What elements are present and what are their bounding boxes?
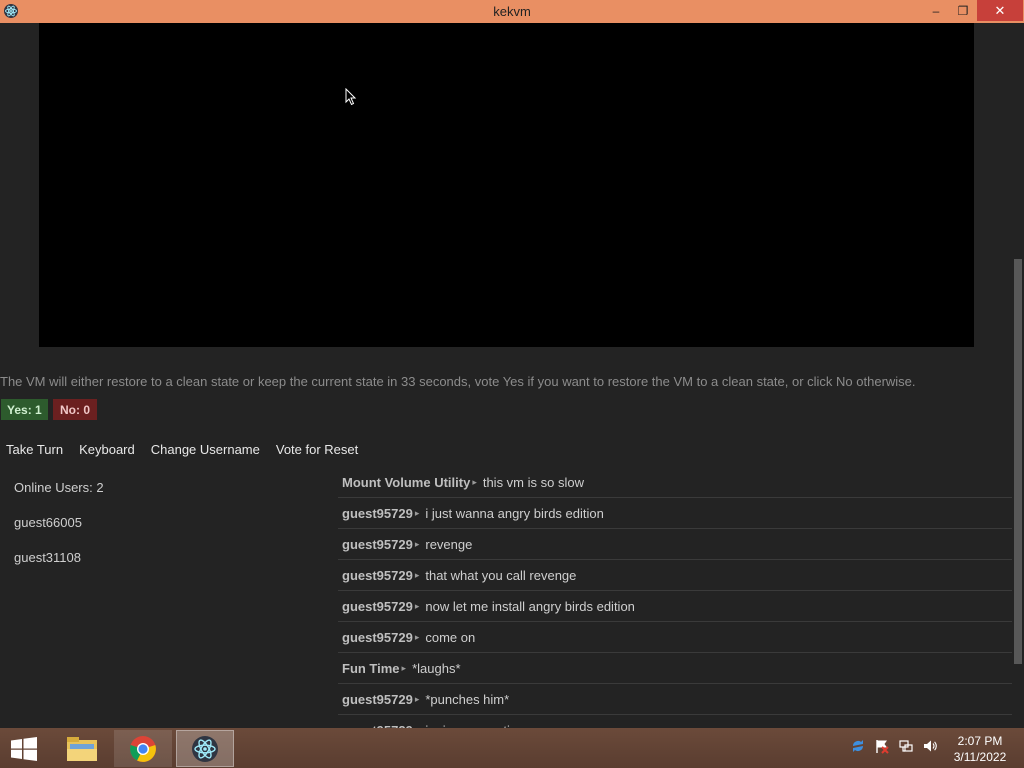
chat-separator: ▸	[401, 662, 407, 673]
network-icon[interactable]	[898, 738, 914, 754]
window-title: kekvm	[493, 4, 531, 19]
action-center-flag-icon[interactable]	[874, 738, 890, 754]
action-toolbar: Take Turn Keyboard Change Username Vote …	[6, 442, 358, 457]
volume-icon[interactable]	[922, 738, 938, 754]
chat-message: Mount Volume Utility ▸ this vm is so slow	[338, 467, 1014, 498]
chat-username[interactable]: guest95729	[342, 568, 413, 583]
chat-separator: ▸	[414, 600, 420, 611]
vote-reset-button[interactable]: Vote for Reset	[276, 442, 358, 457]
vote-no-button[interactable]: No: 0	[53, 399, 97, 420]
keyboard-button[interactable]: Keyboard	[79, 442, 135, 457]
chat-text: come on	[425, 629, 476, 645]
clock-time: 2:07 PM	[957, 734, 1003, 748]
chat-text: this vm is so slow	[482, 474, 584, 490]
chat-text: now let me install angry birds edition	[425, 598, 635, 614]
chat-separator: ▸	[414, 693, 420, 704]
chat-username[interactable]: guest95729	[342, 506, 413, 521]
chat-text: revenge	[425, 536, 473, 552]
chat-message: guest95729 ▸ come on	[338, 622, 1014, 653]
vote-yes-button[interactable]: Yes: 1	[1, 399, 48, 420]
window-titlebar: kekvm – ❐ ✕	[0, 0, 1024, 23]
taskbar-clock[interactable]: 2:07 PM 3/11/2022	[945, 733, 1015, 765]
scrollbar-thumb[interactable]	[1014, 259, 1022, 664]
chat-username[interactable]: Mount Volume Utility	[342, 475, 470, 490]
chat-text: *laughs*	[412, 660, 461, 676]
electron-icon	[192, 735, 218, 762]
chat-message: guest95729 ▸ *punches him*	[338, 684, 1014, 715]
chat-separator: ▸	[414, 507, 420, 518]
chat-message: guest95729 ▸ i just wanna angry birds edit…	[338, 498, 1014, 529]
vm-display[interactable]	[39, 23, 974, 347]
chat-username[interactable]: Fun Time	[342, 661, 400, 676]
chat-separator: ▸	[472, 476, 477, 487]
chat-message: guest95729 ▸ now let me install angry bird…	[338, 591, 1014, 622]
restore-button[interactable]: ❐	[950, 0, 976, 21]
chat-message: guest95729▸im impersonating you	[338, 715, 1014, 729]
chat-message: guest95729 ▸ revenge	[338, 529, 1014, 560]
take-turn-button[interactable]: Take Turn	[6, 442, 63, 457]
user-item[interactable]: guest31108	[14, 550, 104, 585]
online-users-list: Online Users: 2 guest66005 guest31108	[14, 480, 104, 585]
clock-date: 3/11/2022	[953, 750, 1007, 764]
file-explorer-taskbar-button[interactable]	[58, 730, 106, 767]
taskbar: 2:07 PM 3/11/2022	[0, 728, 1024, 768]
chrome-taskbar-button[interactable]	[114, 730, 172, 767]
kekvm-taskbar-button[interactable]	[176, 730, 234, 767]
sync-icon[interactable]	[850, 738, 866, 754]
chat-username[interactable]: guest95729	[342, 599, 413, 614]
chat-separator: ▸	[414, 631, 420, 642]
chat-text: that what you call revenge	[425, 567, 577, 583]
chat-username[interactable]: guest95729	[342, 692, 413, 707]
chat-message: Fun Time ▸ *laughs*	[338, 653, 1014, 684]
chat-text: *punches him*	[425, 691, 510, 707]
chat-username[interactable]: guest95729	[342, 630, 413, 645]
chat-separator: ▸	[414, 538, 420, 549]
chat-message: guest95729 ▸ that what you call revenge	[338, 560, 1014, 591]
vote-message: The VM will either restore to a clean st…	[0, 374, 916, 389]
chat-text: i just wanna angry birds edition	[425, 505, 604, 521]
scrollbar[interactable]	[1012, 23, 1024, 728]
close-button[interactable]: ✕	[977, 0, 1023, 21]
chat-separator: ▸	[414, 569, 420, 580]
minimize-button[interactable]: –	[923, 0, 949, 21]
windows-start-icon[interactable]	[10, 737, 38, 761]
app-content: The VM will either restore to a clean st…	[0, 23, 1024, 728]
change-username-button[interactable]: Change Username	[151, 442, 260, 457]
user-item[interactable]: guest66005	[14, 515, 104, 550]
chat-username[interactable]: guest95729	[342, 537, 413, 552]
folder-icon	[67, 736, 97, 761]
mouse-cursor-icon	[345, 88, 357, 106]
chrome-icon	[130, 735, 156, 762]
chat-panel: Mount Volume Utility ▸ this vm is so slow g…	[338, 467, 1014, 728]
online-users-count: Online Users: 2	[14, 480, 104, 495]
